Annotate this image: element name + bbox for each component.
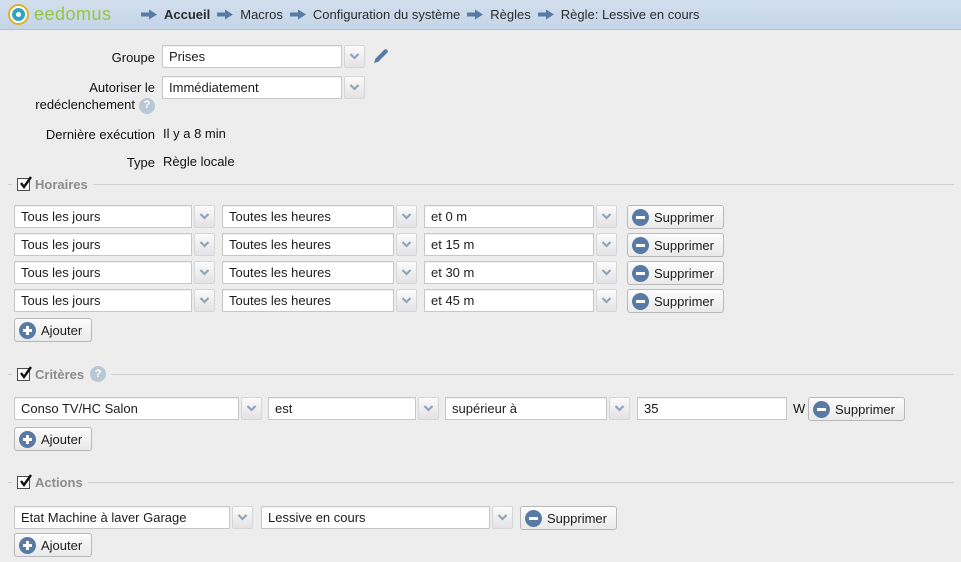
actions-fieldset: Actions	[8, 475, 954, 490]
chevron-down-icon	[609, 397, 630, 420]
breadcrumb-arrow-icon	[467, 9, 483, 20]
breadcrumb-accueil[interactable]: Accueil	[164, 7, 210, 22]
horaires-hour-select[interactable]: Toutes les heures	[222, 233, 417, 256]
action-device-select[interactable]: Etat Machine à laver Garage	[14, 506, 253, 529]
horaires-title: Horaires	[35, 177, 88, 192]
criteres-fieldset: Critères ?	[8, 366, 954, 382]
ajouter-button[interactable]: Ajouter	[14, 427, 92, 451]
help-icon[interactable]: ?	[90, 366, 106, 382]
breadcrumb-arrow-icon	[141, 9, 157, 20]
chevron-down-icon	[596, 233, 617, 256]
breadcrumb-arrow-icon	[290, 9, 306, 20]
breadcrumb-macros[interactable]: Macros	[240, 7, 283, 22]
chevron-down-icon	[194, 233, 215, 256]
actions-legend: Actions	[12, 475, 88, 490]
plus-icon	[19, 431, 36, 448]
minus-icon	[813, 401, 830, 418]
critere-operator-select[interactable]: est	[268, 397, 439, 420]
ajouter-button[interactable]: Ajouter	[14, 318, 92, 342]
horaires-day-select[interactable]: Tous les jours	[14, 233, 215, 256]
chevron-down-icon	[194, 205, 215, 228]
eedomus-logo-icon	[8, 4, 29, 25]
breadcrumb: Accueil Macros Configuration du système …	[141, 7, 700, 22]
chevron-down-icon	[344, 76, 365, 99]
chevron-down-icon	[418, 397, 439, 420]
breadcrumb-arrow-icon	[538, 9, 554, 20]
horaires-day-select[interactable]: Tous les jours	[14, 289, 215, 312]
criteres-title: Critères	[35, 367, 84, 382]
critere-device-select[interactable]: Conso TV/HC Salon	[14, 397, 262, 420]
groupe-select-value: Prises	[162, 45, 342, 68]
autoriser-label: Autoriser le redéclenchement?	[0, 79, 155, 114]
groupe-label: Groupe	[0, 49, 155, 66]
type-value: Règle locale	[163, 154, 235, 169]
chevron-down-icon	[596, 261, 617, 284]
autoriser-select[interactable]: Immédiatement	[162, 76, 365, 99]
header-bar: eedomus Accueil Macros Configuration du …	[0, 0, 961, 30]
ajouter-button[interactable]: Ajouter	[14, 533, 92, 557]
help-icon[interactable]: ?	[139, 98, 155, 114]
horaires-hour-select[interactable]: Toutes les heures	[222, 289, 417, 312]
supprimer-button[interactable]: Supprimer	[520, 506, 617, 530]
horaires-fieldset: Horaires	[8, 177, 954, 192]
autoriser-select-value: Immédiatement	[162, 76, 342, 99]
chevron-down-icon	[194, 261, 215, 284]
supprimer-button[interactable]: Supprimer	[627, 289, 724, 313]
chevron-down-icon	[194, 289, 215, 312]
minus-icon	[632, 265, 649, 282]
critere-comparator-select[interactable]: supérieur à	[445, 397, 630, 420]
horaires-hour-select[interactable]: Toutes les heures	[222, 205, 417, 228]
chevron-down-icon	[596, 289, 617, 312]
logo-text: eedomus	[34, 4, 112, 25]
actions-checkbox[interactable]	[17, 476, 30, 489]
derniere-execution-value: Il y a 8 min	[163, 126, 226, 141]
chevron-down-icon	[396, 233, 417, 256]
criteres-checkbox[interactable]	[17, 368, 30, 381]
critere-value-input[interactable]	[637, 397, 787, 420]
critere-unit-label: W	[793, 401, 805, 416]
action-state-select[interactable]: Lessive en cours	[261, 506, 513, 529]
plus-icon	[19, 322, 36, 339]
breadcrumb-regles[interactable]: Règles	[490, 7, 530, 22]
chevron-down-icon	[232, 506, 253, 529]
chevron-down-icon	[396, 289, 417, 312]
chevron-down-icon	[241, 397, 262, 420]
chevron-down-icon	[344, 45, 365, 68]
breadcrumb-arrow-icon	[217, 9, 233, 20]
actions-title: Actions	[35, 475, 83, 490]
rule-config-page: eedomus Accueil Macros Configuration du …	[0, 0, 961, 562]
minus-icon	[632, 293, 649, 310]
derniere-execution-label: Dernière exécution	[0, 126, 155, 143]
eedomus-logo[interactable]: eedomus	[8, 4, 133, 25]
plus-icon	[19, 537, 36, 554]
edit-group-pencil-icon[interactable]	[371, 45, 390, 69]
supprimer-button[interactable]: Supprimer	[808, 397, 905, 421]
chevron-down-icon	[396, 261, 417, 284]
supprimer-button[interactable]: Supprimer	[627, 205, 724, 229]
type-label: Type	[0, 154, 155, 171]
horaires-minute-select[interactable]: et 30 m	[424, 261, 617, 284]
horaires-hour-select[interactable]: Toutes les heures	[222, 261, 417, 284]
chevron-down-icon	[596, 205, 617, 228]
horaires-minute-select[interactable]: et 15 m	[424, 233, 617, 256]
supprimer-button[interactable]: Supprimer	[627, 261, 724, 285]
chevron-down-icon	[396, 205, 417, 228]
horaires-legend: Horaires	[12, 177, 93, 192]
criteres-legend: Critères ?	[12, 366, 111, 382]
supprimer-button[interactable]: Supprimer	[627, 233, 724, 257]
breadcrumb-configuration[interactable]: Configuration du système	[313, 7, 460, 22]
minus-icon	[525, 510, 542, 527]
horaires-minute-select[interactable]: et 45 m	[424, 289, 617, 312]
horaires-minute-select[interactable]: et 0 m	[424, 205, 617, 228]
chevron-down-icon	[492, 506, 513, 529]
minus-icon	[632, 237, 649, 254]
groupe-select[interactable]: Prises	[162, 45, 365, 68]
minus-icon	[632, 209, 649, 226]
breadcrumb-regle-lessive[interactable]: Règle: Lessive en cours	[561, 7, 700, 22]
horaires-checkbox[interactable]	[17, 178, 30, 191]
horaires-day-select[interactable]: Tous les jours	[14, 261, 215, 284]
horaires-day-select[interactable]: Tous les jours	[14, 205, 215, 228]
